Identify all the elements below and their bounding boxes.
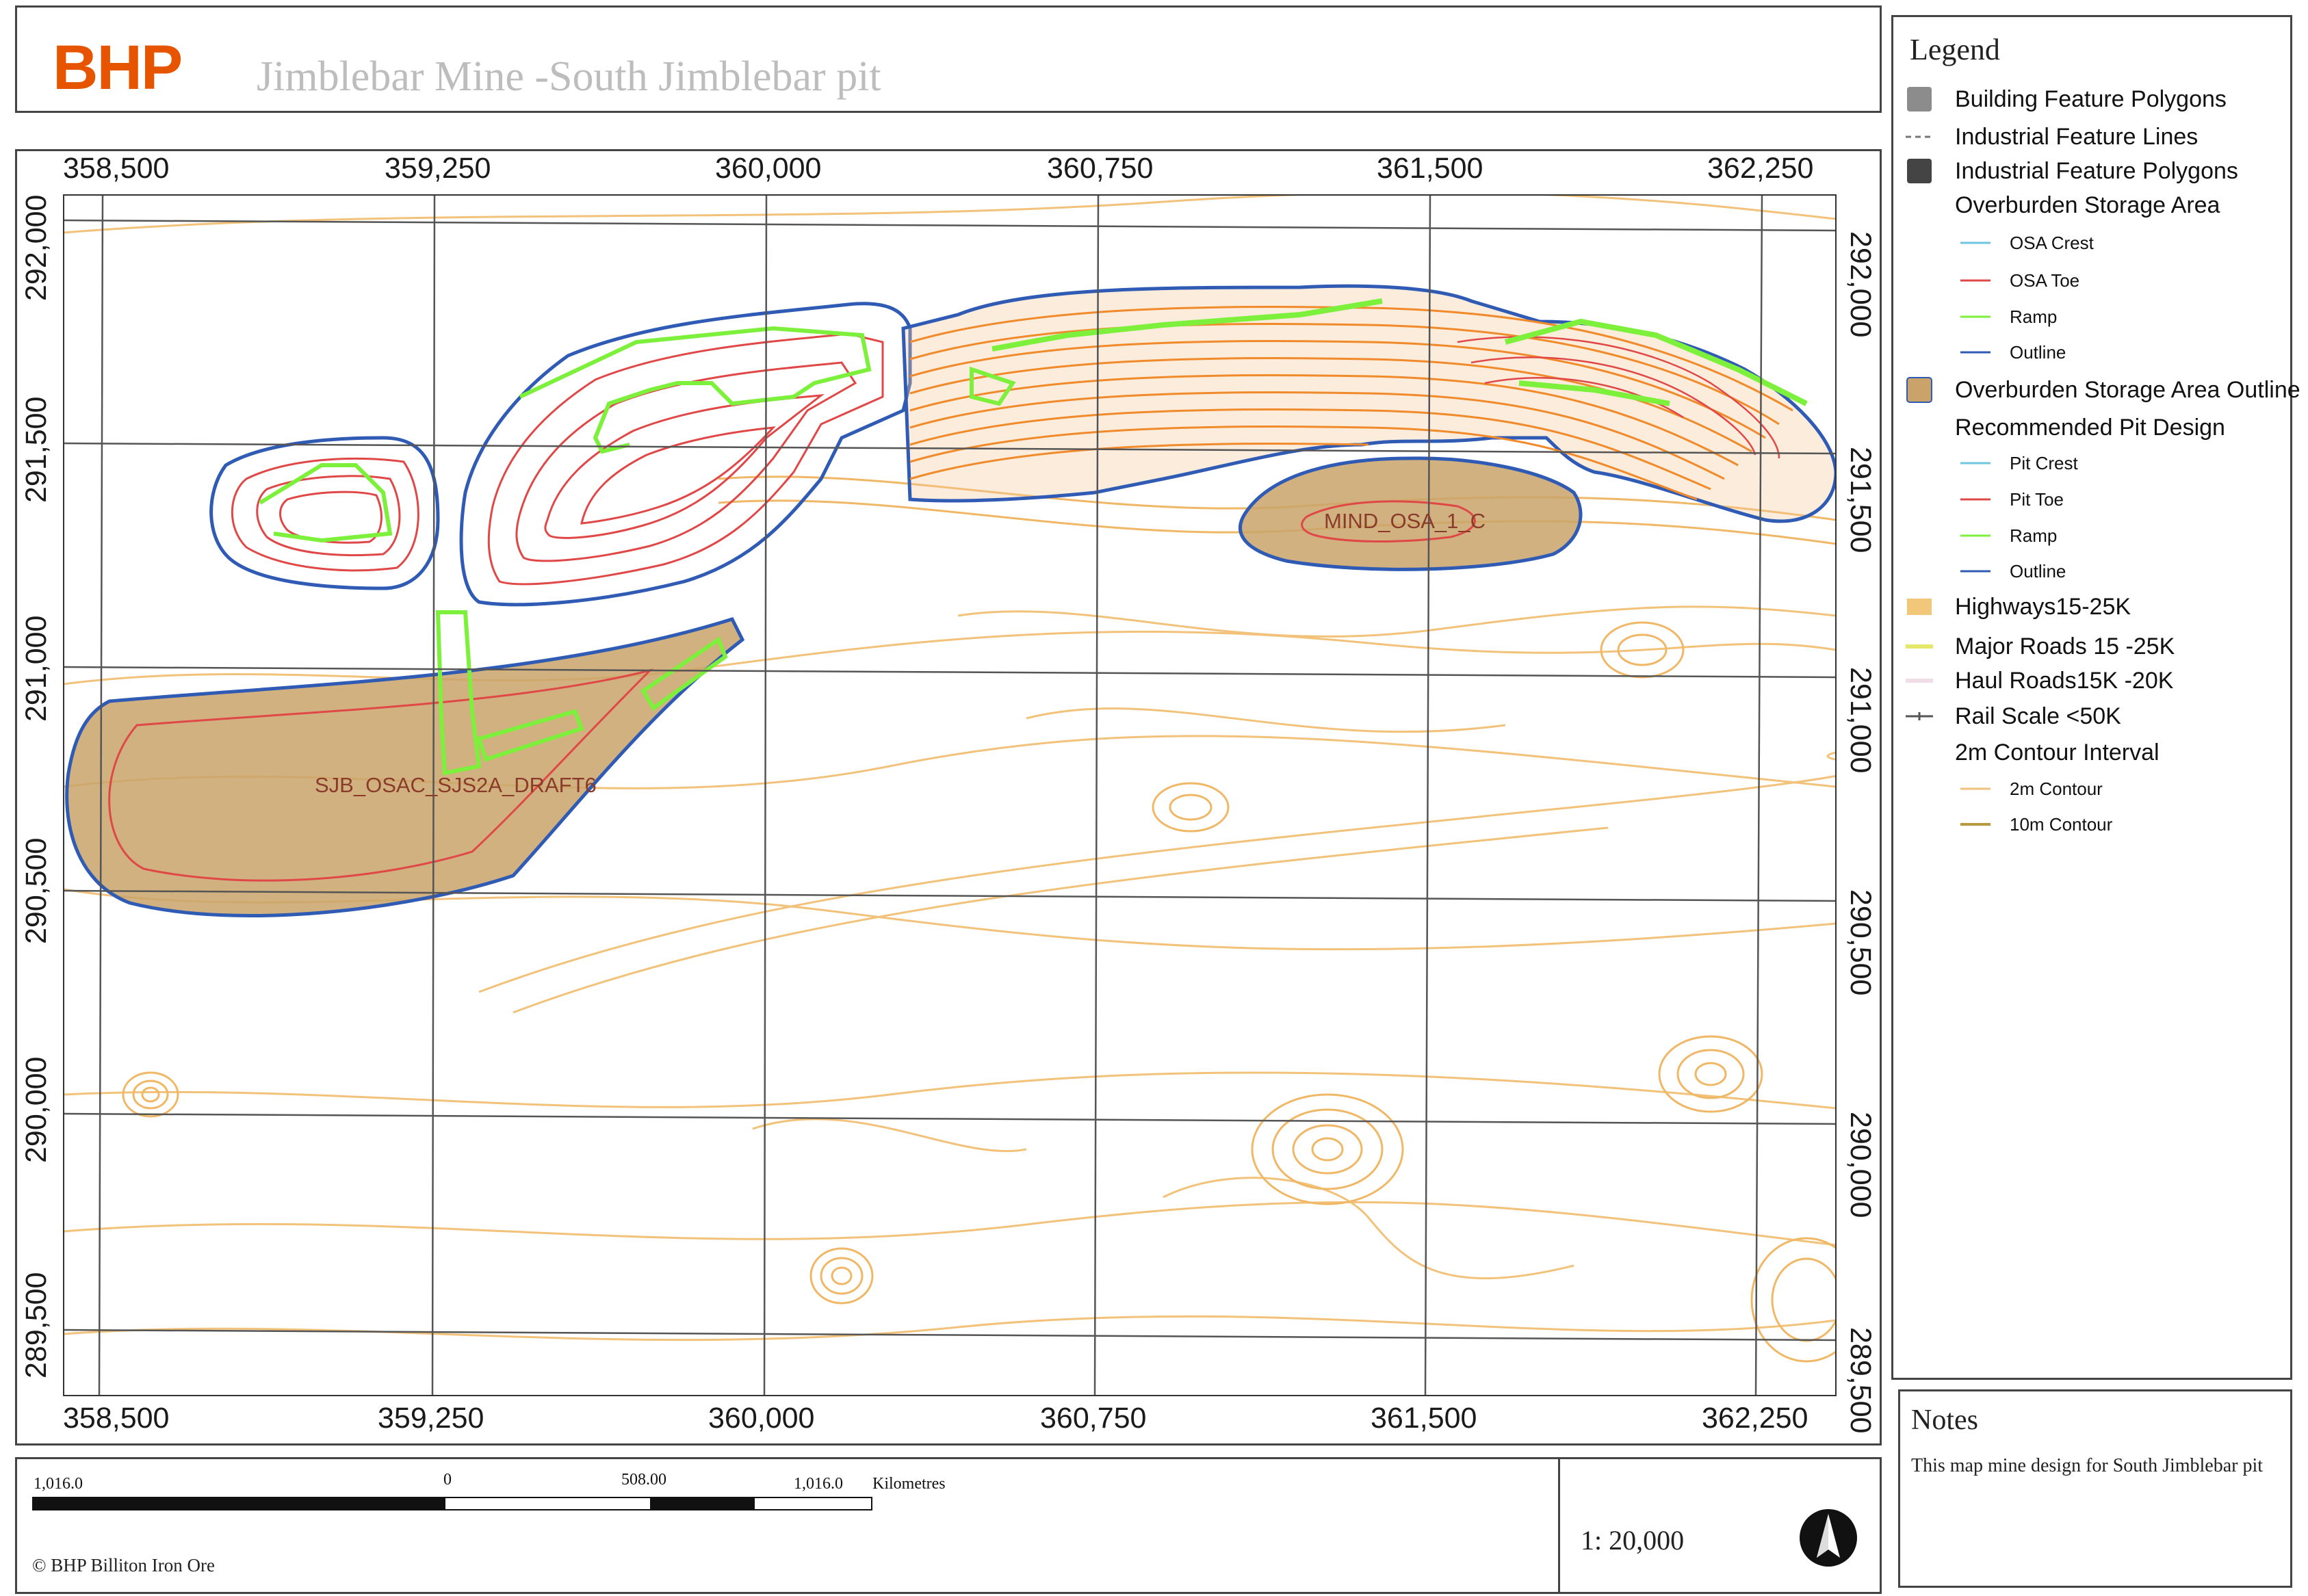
legend-item-label: 10m Contour — [2010, 814, 2113, 835]
legend-item-label: Recommended Pit Design — [1955, 415, 2225, 441]
legend-item-label: Ramp — [2010, 306, 2058, 327]
scalebar-units: Kilometres — [872, 1475, 946, 1493]
y-tick-left: 290,000 — [20, 1056, 53, 1163]
y-tick-right: 290,000 — [1844, 1112, 1877, 1218]
scale-divider — [1558, 1459, 1560, 1592]
green-line-icon — [1960, 522, 1991, 549]
blue-line-icon — [1960, 558, 1991, 585]
notes-panel: Notes This map mine design for South Jim… — [1898, 1389, 2292, 1588]
scalebar-label: 1,016.0 — [794, 1475, 843, 1493]
y-tick-right: 291,000 — [1844, 667, 1877, 774]
legend-item-label: Industrial Feature Lines — [1955, 124, 2199, 150]
legend-item-label: 2m Contour Interval — [1955, 740, 2160, 766]
legend-item-label: Outline — [2010, 342, 2066, 363]
x-tick-top: 359,250 — [385, 152, 491, 185]
x-tick-top: 362,250 — [1707, 152, 1814, 185]
orange-square-icon — [1906, 593, 1933, 620]
dashed-line-icon — [1906, 123, 1933, 151]
y-tick-right: 291,500 — [1844, 447, 1877, 553]
cyan-line-icon — [1960, 449, 1991, 477]
x-tick-bottom: 360,000 — [708, 1402, 815, 1435]
x-tick-bottom: 360,750 — [1040, 1402, 1147, 1435]
x-tick-bottom: 362,250 — [1702, 1402, 1808, 1435]
x-tick-top: 358,500 — [63, 152, 170, 185]
x-tick-bottom: 361,500 — [1371, 1402, 1477, 1435]
legend-panel: Legend Building Feature Polygons Industri… — [1891, 15, 2300, 1380]
pink-line-icon — [1906, 667, 1933, 694]
scalebar-label: 1,016.0 — [34, 1475, 83, 1493]
x-tick-top: 361,500 — [1377, 152, 1483, 185]
rail-line-icon — [1906, 703, 1933, 730]
y-tick-left: 290,500 — [20, 837, 53, 944]
legend-item-label: OSA Toe — [2010, 270, 2080, 291]
legend-item-label: 2m Contour — [2010, 779, 2103, 799]
y-tick-right: 290,500 — [1844, 889, 1877, 996]
legend-item-label: Overburden Storage Area — [1955, 192, 2220, 218]
copyright: © BHP Billiton Iron Ore — [32, 1555, 216, 1575]
y-tick-right: 289,500 — [1844, 1327, 1877, 1434]
y-tick-right: 292,000 — [1844, 231, 1877, 338]
legend-item-label: Highways15-25K — [1955, 594, 2131, 620]
lightorange-line-icon — [1960, 775, 1991, 802]
north-arrow-icon — [1800, 1509, 1857, 1567]
scalebar-graphic — [32, 1497, 872, 1510]
y-tick-left: 291,500 — [20, 396, 53, 503]
legend-item-label: Overburden Storage Area Outline — [1955, 377, 2300, 403]
legend-title: Legend — [1910, 33, 2000, 66]
scalebar-label: 508.00 — [621, 1471, 666, 1489]
legend-item-label: Industrial Feature Polygons — [1955, 158, 2238, 184]
scale-panel: 1,016.0 0 508.00 1,016.0 Kilometres 1: 2… — [15, 1457, 1882, 1594]
scalebar-label: 0 — [443, 1471, 452, 1489]
legend-item-label: Outline — [2010, 561, 2066, 581]
y-tick-left: 292,000 — [20, 194, 53, 301]
y-tick-left: 291,000 — [20, 615, 53, 722]
notes-title: Notes — [1911, 1404, 1978, 1436]
x-tick-bottom: 359,250 — [378, 1402, 484, 1435]
red-line-icon — [1960, 267, 1991, 294]
none-icon — [1906, 414, 1933, 441]
osa-east-label: MIND_OSA_1_C — [1324, 509, 1486, 533]
green-line-icon — [1960, 303, 1991, 330]
x-tick-top: 360,750 — [1047, 152, 1154, 185]
x-tick-bottom: 358,500 — [63, 1402, 170, 1435]
legend-item-label: Haul Roads15K -20K — [1955, 668, 2174, 694]
legend-item-label: Building Feature Polygons — [1955, 86, 2227, 112]
dark-square-icon — [1906, 157, 1933, 185]
olive-line-icon — [1960, 811, 1991, 838]
red-line-icon — [1960, 486, 1991, 513]
legend-item-label: Major Roads 15 -25K — [1955, 633, 2175, 659]
legend-item-label: Pit Toe — [2010, 489, 2064, 510]
legend-item-label: Rail Scale <50K — [1955, 703, 2121, 729]
legend-item-label: Ramp — [2010, 525, 2058, 546]
none-icon — [1906, 192, 1933, 219]
x-tick-top: 360,000 — [715, 152, 822, 185]
tan-square-icon — [1906, 376, 1933, 404]
legend-item-label: Pit Crest — [2010, 453, 2078, 473]
grey-square-icon — [1906, 86, 1933, 113]
osa-west-label: SJB_OSAC_SJS2A_DRAFT6 — [315, 773, 597, 797]
scale-ratio: 1: 20,000 — [1581, 1525, 1685, 1556]
none-icon — [1906, 739, 1933, 766]
legend-item-label: OSA Crest — [2010, 233, 2094, 253]
y-tick-left: 289,500 — [20, 1272, 53, 1378]
blue-line-icon — [1960, 339, 1991, 366]
notes-text: This map mine design for South Jimblebar… — [1911, 1455, 2264, 1476]
yellow-line-icon — [1906, 633, 1933, 660]
cyan-line-icon — [1960, 229, 1991, 257]
